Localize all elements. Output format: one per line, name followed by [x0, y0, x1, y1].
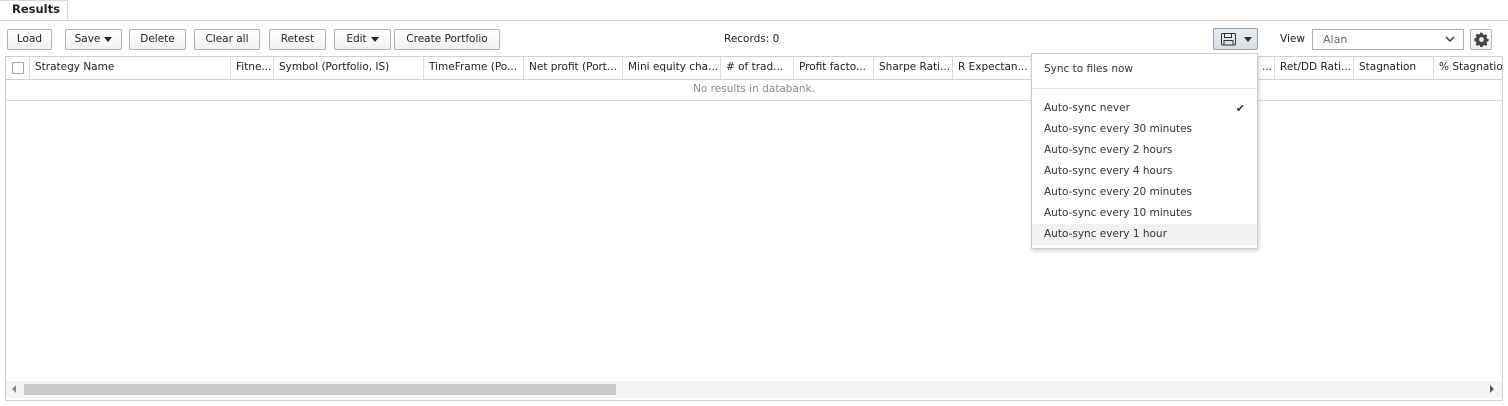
menu-item-auto-sync-1h[interactable]: Auto-sync every 1 hour: [1032, 224, 1257, 245]
view-label: View: [1280, 33, 1305, 45]
menu-item-auto-sync-20min[interactable]: Auto-sync every 20 minutes: [1032, 182, 1257, 203]
save-button-label: Save: [74, 33, 101, 45]
caret-down-icon: [1244, 37, 1252, 42]
view-select-value: Alan: [1323, 33, 1348, 46]
checkmark-icon: ✔: [1235, 102, 1245, 115]
menu-item-auto-sync-4h[interactable]: Auto-sync every 4 hours: [1032, 161, 1257, 182]
empty-message: No results in databank.: [6, 79, 1502, 101]
column-header-sharpe-ratio[interactable]: Sharpe Rati...: [874, 57, 953, 79]
delete-button[interactable]: Delete: [129, 29, 186, 50]
select-all-cell: [6, 57, 30, 79]
clear-all-button[interactable]: Clear all: [194, 29, 260, 50]
records-count: Records: 0: [724, 33, 780, 45]
tab-strip-divider: [0, 20, 1508, 21]
retest-button[interactable]: Retest: [269, 29, 326, 50]
results-grid: Strategy Name Fitne... Symbol (Portfolio…: [5, 56, 1503, 401]
menu-item-label: Auto-sync never: [1044, 102, 1130, 114]
sync-menu: Sync to files now Auto-sync never ✔ Auto…: [1031, 53, 1258, 249]
edit-button-label: Edit: [346, 33, 367, 45]
column-header-net-profit[interactable]: Net profit (Port...: [524, 57, 623, 79]
scroll-left-icon[interactable]: [12, 385, 16, 393]
menu-item-auto-sync-never[interactable]: Auto-sync never ✔: [1032, 98, 1257, 119]
column-header-symbol[interactable]: Symbol (Portfolio, IS): [274, 57, 424, 79]
create-portfolio-button[interactable]: Create Portfolio: [394, 29, 500, 50]
column-header-r-expectancy[interactable]: R Expectan...: [953, 57, 1033, 79]
column-header-timeframe[interactable]: TimeFrame (Po...: [424, 57, 524, 79]
column-header-profit-factor[interactable]: Profit facto...: [794, 57, 874, 79]
view-select[interactable]: Alan: [1312, 29, 1464, 50]
gear-icon: [1474, 32, 1489, 47]
tab-strip: Results: [0, 0, 1508, 21]
menu-item-auto-sync-30min[interactable]: Auto-sync every 30 minutes: [1032, 119, 1257, 140]
scroll-right-icon[interactable]: [1490, 385, 1494, 393]
menu-item-sync-now[interactable]: Sync to files now: [1032, 59, 1257, 80]
databank-sync-button[interactable]: [1213, 28, 1258, 50]
column-header-pct-stagnation[interactable]: % Stagnatio: [1434, 57, 1502, 79]
horizontal-scrollbar[interactable]: [6, 381, 1502, 398]
column-header-num-trades[interactable]: # of trad...: [721, 57, 794, 79]
grid-header: Strategy Name Fitne... Symbol (Portfolio…: [6, 57, 1502, 80]
column-header-fitness[interactable]: Fitne...: [231, 57, 274, 79]
settings-button[interactable]: [1470, 29, 1492, 50]
menu-separator: [1032, 88, 1257, 89]
menu-item-auto-sync-10min[interactable]: Auto-sync every 10 minutes: [1032, 203, 1257, 224]
load-button[interactable]: Load: [7, 29, 52, 50]
tab-results[interactable]: Results: [0, 0, 68, 20]
edit-menu-button[interactable]: Edit: [334, 29, 391, 50]
caret-down-icon: [104, 36, 113, 42]
scrollbar-thumb[interactable]: [24, 384, 616, 395]
column-header-ret-dd-ratio[interactable]: Ret/DD Rati...: [1275, 57, 1354, 79]
chevron-down-icon: [1445, 36, 1455, 42]
column-header-stagnation[interactable]: Stagnation: [1354, 57, 1434, 79]
floppy-disk-icon: [1221, 33, 1236, 46]
column-header-strategy-name[interactable]: Strategy Name: [30, 57, 231, 79]
caret-down-icon: [370, 36, 379, 42]
column-header-mini-equity[interactable]: Mini equity cha...: [623, 57, 721, 79]
save-menu-button[interactable]: Save: [65, 29, 122, 50]
select-all-checkbox[interactable]: [12, 62, 24, 74]
menu-item-auto-sync-2h[interactable]: Auto-sync every 2 hours: [1032, 140, 1257, 161]
